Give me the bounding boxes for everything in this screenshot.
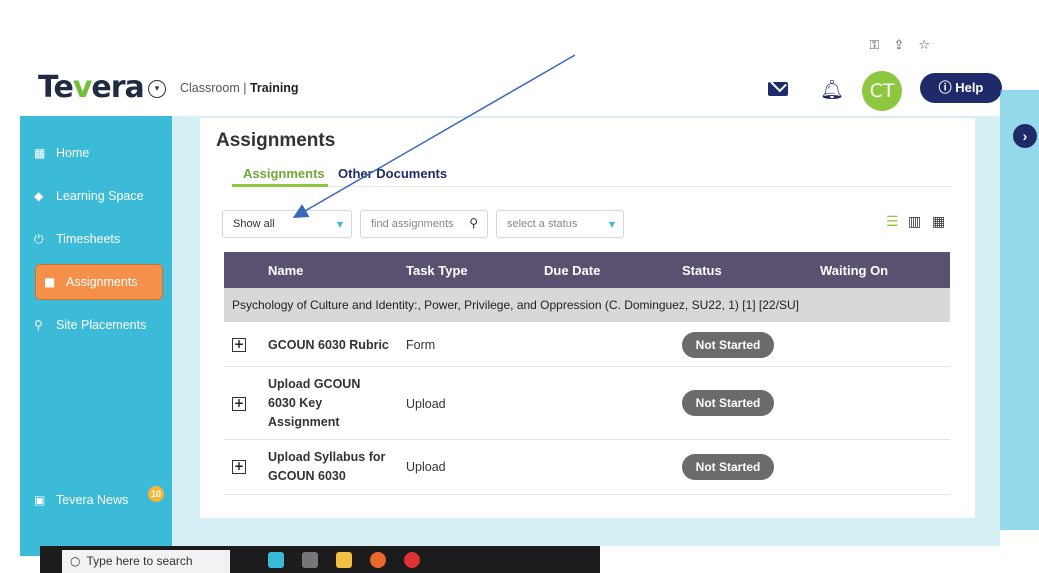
status-badge: Not Started (682, 454, 774, 480)
caret-down-icon: ▼ (608, 220, 615, 229)
column-header-name[interactable]: Name (268, 263, 303, 278)
tab-divider (232, 186, 952, 187)
taskbar-search-input[interactable]: ○ Type here to search (62, 550, 230, 573)
expand-icon[interactable]: + (232, 338, 246, 352)
task-type: Upload (406, 397, 446, 411)
browser-icons: ⚿ ⇪ ☆ (870, 38, 930, 53)
breadcrumb: Classroom | Training (180, 81, 299, 95)
tab-other-documents[interactable]: Other Documents (338, 166, 447, 181)
table-row: + Upload Syllabus for GCOUN 6030 Upload … (224, 440, 950, 495)
active-tab-indicator (232, 184, 328, 187)
page-title: Assignments (216, 130, 336, 151)
list-view-icon[interactable]: ☰ (886, 214, 899, 230)
column-header-waiting-on[interactable]: Waiting On (820, 263, 888, 278)
avatar[interactable]: CT (862, 71, 902, 111)
key-icon[interactable]: ⚿ (870, 38, 880, 53)
table-row: + GCOUN 6030 Rubric Form Not Started (224, 323, 950, 367)
chevron-right-icon[interactable]: › (1013, 124, 1037, 148)
sidebar-item-learning-space[interactable]: ◆ Learning Space (34, 178, 164, 214)
sidebar-item-label: Assignments (66, 275, 138, 289)
right-rail (1000, 90, 1039, 530)
sidebar-item-timesheets[interactable]: ⏻ Timesheets (34, 221, 164, 257)
sidebar-item-label: Home (56, 146, 90, 160)
home-icon: ▦ (34, 146, 46, 160)
news-icon: ▣ (34, 493, 46, 507)
column-header-task-type[interactable]: Task Type (406, 263, 468, 278)
sidebar: ▦ Home ◆ Learning Space ⏻ Timesheets ■ A… (20, 116, 172, 556)
task-type: Upload (406, 460, 446, 474)
mail-icon[interactable] (768, 82, 788, 96)
task-view-icon[interactable] (302, 552, 318, 568)
sidebar-item-label: Learning Space (56, 189, 144, 203)
search-icon: ○ (70, 554, 81, 568)
course-group-row: Psychology of Culture and Identity:, Pow… (224, 288, 950, 322)
firefox-icon[interactable] (370, 552, 386, 568)
caret-down-icon: ▼ (336, 220, 343, 229)
table-header: Name Task Type Due Date Status Waiting O… (224, 252, 950, 288)
sidebar-item-tevera-news[interactable]: ▣ Tevera News (34, 482, 164, 518)
app-icon[interactable] (268, 552, 284, 568)
status-filter-select[interactable]: select a status ▼ (496, 210, 624, 238)
graduation-cap-icon: ◆ (34, 189, 44, 203)
expand-icon[interactable]: + (232, 460, 246, 474)
app-header: Tevera ▾ Classroom | Training 🔔︎ CT ⓘ He… (20, 62, 1005, 114)
star-icon[interactable]: ☆ (918, 38, 930, 53)
sidebar-item-label: Timesheets (56, 232, 121, 246)
file-explorer-icon[interactable] (336, 552, 352, 568)
assignment-name[interactable]: Upload Syllabus for GCOUN 6030 (268, 448, 386, 486)
status-badge: Not Started (682, 332, 774, 358)
show-filter-select[interactable]: Show all ▼ (222, 210, 352, 238)
tab-assignments[interactable]: Assignments (243, 166, 325, 181)
column-header-status[interactable]: Status (682, 263, 722, 278)
search-icon[interactable]: ⚲ (469, 216, 478, 230)
clock-icon: ⏻ (34, 231, 44, 246)
share-icon[interactable]: ⇪ (893, 38, 904, 53)
screenshot-root: ⚿ ⇪ ☆ Tevera ▾ Classroom | Training 🔔︎ C… (0, 0, 1039, 573)
location-pin-icon: ⚲ (34, 318, 43, 332)
sidebar-item-home[interactable]: ▦ Home (34, 135, 164, 171)
search-input[interactable]: find assignments ⚲ (360, 210, 488, 238)
bell-icon[interactable]: 🔔︎ (820, 78, 844, 101)
folder-icon: ■ (44, 275, 56, 289)
sidebar-item-label: Tevera News (56, 493, 129, 507)
help-button[interactable]: ⓘ Help (920, 73, 1002, 103)
column-view-icon[interactable]: ▥ (908, 214, 921, 230)
calendar-view-icon[interactable]: ▦ (932, 214, 945, 230)
assignment-name[interactable]: GCOUN 6030 Rubric (268, 336, 398, 355)
news-count-badge: 10 (148, 486, 164, 502)
tevera-logo[interactable]: Tevera (38, 70, 145, 105)
expand-icon[interactable]: + (232, 397, 246, 411)
status-badge: Not Started (682, 390, 774, 416)
chrome-icon[interactable] (404, 552, 420, 568)
sidebar-item-label: Site Placements (56, 318, 147, 332)
assignment-name[interactable]: Upload GCOUN 6030 Key Assignment (268, 375, 364, 432)
column-header-due-date[interactable]: Due Date (544, 263, 600, 278)
breadcrumb-current: Training (249, 81, 299, 95)
browser-toolbar: ⚿ ⇪ ☆ (140, 30, 940, 62)
chevron-down-icon[interactable]: ▾ (148, 80, 166, 98)
sidebar-item-assignments[interactable]: ■ Assignments (35, 264, 163, 300)
table-row: + Upload GCOUN 6030 Key Assignment Uploa… (224, 367, 950, 440)
sidebar-item-site-placements[interactable]: ⚲ Site Placements (34, 307, 164, 343)
task-type: Form (406, 338, 436, 352)
